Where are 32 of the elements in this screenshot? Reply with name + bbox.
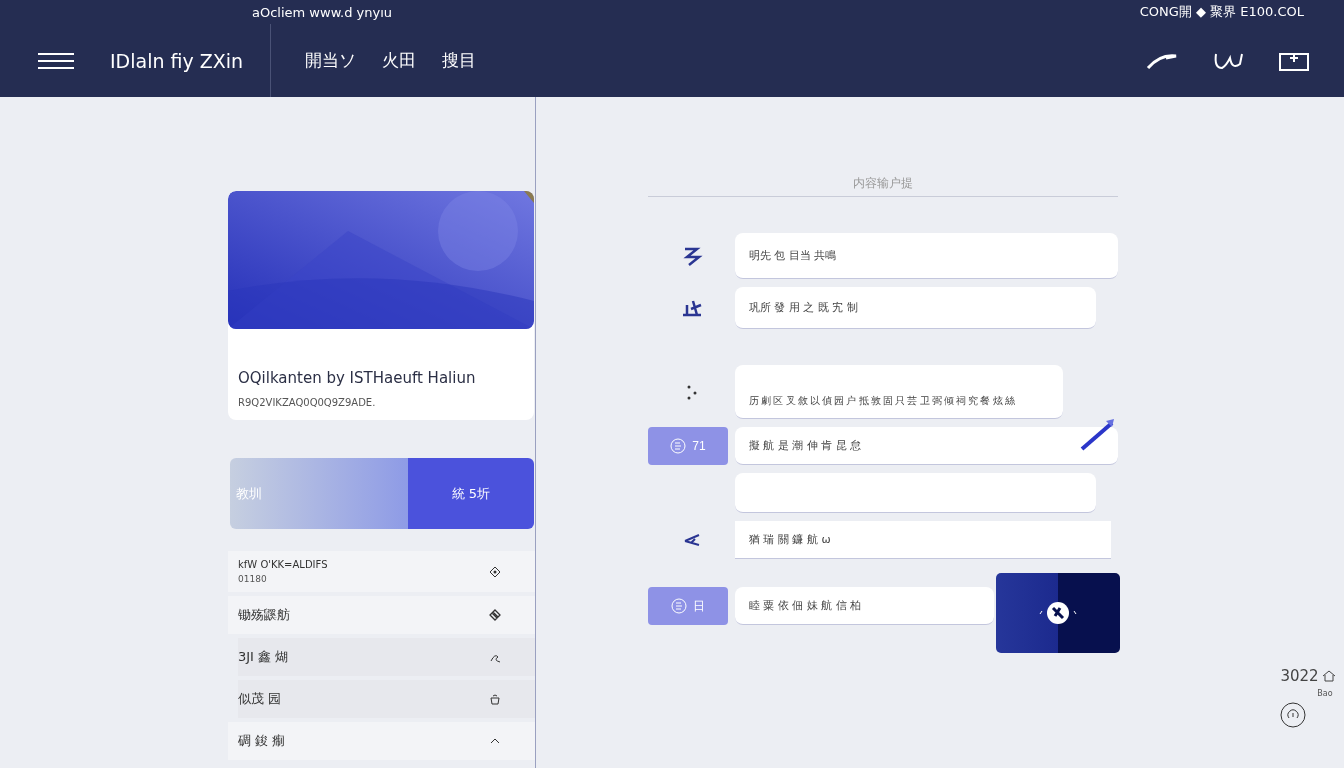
diamond-icon	[489, 609, 501, 621]
nav-link[interactable]: 搜目	[440, 45, 478, 76]
card-title: OQilkanten by ISTHaeuft Haliun	[238, 369, 477, 387]
item-sublabel: 01180	[238, 574, 268, 584]
input-field[interactable]: 睦 粟 依 佃 妹 航 信 柏	[735, 587, 994, 625]
power-icon[interactable]	[1280, 702, 1306, 728]
status-text: aOcliem www.d ynyıu	[252, 4, 393, 20]
diamond-icon	[489, 565, 501, 578]
input-field[interactable]: 明先 包 目当 共鳴	[735, 233, 1118, 279]
circle-icon	[671, 598, 687, 614]
segment-tab[interactable]: 統 5圻	[407, 458, 534, 529]
input-field[interactable]: 猶 瑞 關 鐮 航 ω	[735, 521, 1111, 559]
pot-icon	[489, 693, 501, 705]
item-label: kfW O'KK=ALDIFS 01180	[238, 559, 489, 584]
corner-sublabel: Bao	[1317, 689, 1333, 698]
pen-icon[interactable]	[1078, 417, 1116, 453]
nav-link[interactable]: 開当ソ	[303, 45, 358, 76]
menu-icon[interactable]	[38, 51, 74, 70]
corner-label: 3022	[1280, 667, 1319, 685]
form-heading: 内容输户提	[648, 175, 1118, 197]
input-field[interactable]	[735, 473, 1096, 513]
input-field[interactable]: 巩所 發 用 之 既 宄 制	[735, 287, 1096, 329]
text-area[interactable]: 历 劇 区 叉 敘 以 偵 园 户 抵 敦 固 只 芸 卫 弼 倾 祠 究 餐 炫 絲	[735, 365, 1063, 419]
status-text: CONG開 ◆ 聚界 E100.COL	[1139, 3, 1304, 21]
card-subtitle: R9Q2VIKZAQ0Q0Q9Z9ADE.	[238, 397, 377, 408]
media-tile[interactable]	[996, 573, 1120, 653]
app-title: IDlaln fiy ZXin	[110, 49, 245, 72]
home-icon	[1321, 669, 1336, 683]
circle-icon	[670, 438, 687, 454]
badge-icon	[1038, 600, 1078, 626]
input-field[interactable]: 擬 航 是 潮 伸 肯 昆 怠	[735, 427, 1118, 465]
nav-link[interactable]: 火田	[380, 45, 418, 76]
